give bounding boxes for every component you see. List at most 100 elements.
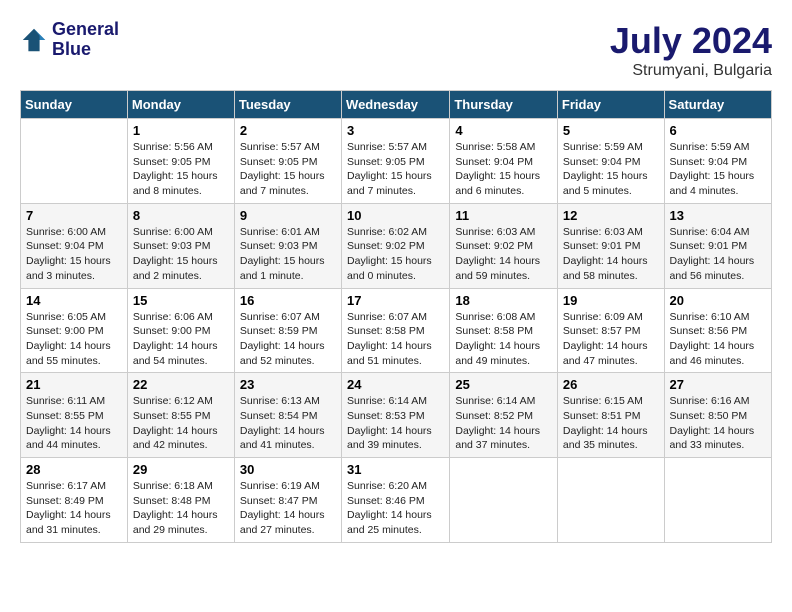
day-number: 30 [240,462,336,477]
day-number: 27 [670,377,766,392]
day-number: 24 [347,377,444,392]
day-number: 18 [455,293,552,308]
calendar-cell: 22 Sunrise: 6:12 AM Sunset: 8:55 PM Dayli… [127,373,234,458]
day-info: Sunrise: 6:10 AM Sunset: 8:56 PM Dayligh… [670,310,766,369]
day-info: Sunrise: 6:03 AM Sunset: 9:02 PM Dayligh… [455,225,552,284]
day-info: Sunrise: 6:13 AM Sunset: 8:54 PM Dayligh… [240,394,336,453]
day-number: 4 [455,123,552,138]
day-number: 17 [347,293,444,308]
day-number: 22 [133,377,229,392]
weekday-header-friday: Friday [557,91,664,119]
day-info: Sunrise: 6:00 AM Sunset: 9:03 PM Dayligh… [133,225,229,284]
day-info: Sunrise: 6:09 AM Sunset: 8:57 PM Dayligh… [563,310,659,369]
calendar-week-row: 21 Sunrise: 6:11 AM Sunset: 8:55 PM Dayli… [21,373,772,458]
calendar-week-row: 14 Sunrise: 6:05 AM Sunset: 9:00 PM Dayli… [21,288,772,373]
calendar-cell: 11 Sunrise: 6:03 AM Sunset: 9:02 PM Dayli… [450,203,558,288]
calendar-table: SundayMondayTuesdayWednesdayThursdayFrid… [20,90,772,543]
weekday-header-tuesday: Tuesday [234,91,341,119]
day-info: Sunrise: 6:03 AM Sunset: 9:01 PM Dayligh… [563,225,659,284]
day-info: Sunrise: 6:17 AM Sunset: 8:49 PM Dayligh… [26,479,122,538]
calendar-cell: 9Sunrise: 6:01 AM Sunset: 9:03 PM Daylig… [234,203,341,288]
day-info: Sunrise: 5:56 AM Sunset: 9:05 PM Dayligh… [133,140,229,199]
calendar-cell: 16 Sunrise: 6:07 AM Sunset: 8:59 PM Dayli… [234,288,341,373]
calendar-cell: 7 Sunrise: 6:00 AM Sunset: 9:04 PM Daylig… [21,203,128,288]
day-info: Sunrise: 6:07 AM Sunset: 8:58 PM Dayligh… [347,310,444,369]
calendar-cell: 27 Sunrise: 6:16 AM Sunset: 8:50 PM Dayli… [664,373,771,458]
day-info: Sunrise: 5:59 AM Sunset: 9:04 PM Dayligh… [563,140,659,199]
day-info: Sunrise: 5:57 AM Sunset: 9:05 PM Dayligh… [240,140,336,199]
month-year: July 2024 [610,20,772,62]
day-info: Sunrise: 6:00 AM Sunset: 9:04 PM Dayligh… [26,225,122,284]
weekday-header-wednesday: Wednesday [342,91,450,119]
day-number: 25 [455,377,552,392]
calendar-cell: 14 Sunrise: 6:05 AM Sunset: 9:00 PM Dayli… [21,288,128,373]
calendar-cell: 12 Sunrise: 6:03 AM Sunset: 9:01 PM Dayli… [557,203,664,288]
calendar-cell: 5 Sunrise: 5:59 AM Sunset: 9:04 PM Daylig… [557,119,664,204]
weekday-header-thursday: Thursday [450,91,558,119]
day-info: Sunrise: 6:02 AM Sunset: 9:02 PM Dayligh… [347,225,444,284]
day-info: Sunrise: 6:07 AM Sunset: 8:59 PM Dayligh… [240,310,336,369]
day-info: Sunrise: 5:59 AM Sunset: 9:04 PM Dayligh… [670,140,766,199]
day-number: 16 [240,293,336,308]
day-number: 26 [563,377,659,392]
calendar-cell: 26 Sunrise: 6:15 AM Sunset: 8:51 PM Dayli… [557,373,664,458]
logo-text: General Blue [52,20,119,60]
day-number: 14 [26,293,122,308]
calendar-cell: 28 Sunrise: 6:17 AM Sunset: 8:49 PM Dayli… [21,458,128,543]
day-info: Sunrise: 6:06 AM Sunset: 9:00 PM Dayligh… [133,310,229,369]
day-number: 12 [563,208,659,223]
weekday-header-saturday: Saturday [664,91,771,119]
day-info: Sunrise: 6:15 AM Sunset: 8:51 PM Dayligh… [563,394,659,453]
calendar-cell: 29 Sunrise: 6:18 AM Sunset: 8:48 PM Dayli… [127,458,234,543]
day-number: 7 [26,208,122,223]
header: General Blue July 2024 Strumyani, Bulgar… [20,20,772,80]
calendar-cell: 10 Sunrise: 6:02 AM Sunset: 9:02 PM Dayli… [342,203,450,288]
calendar-cell: 8Sunrise: 6:00 AM Sunset: 9:03 PM Daylig… [127,203,234,288]
day-number: 19 [563,293,659,308]
day-number: 23 [240,377,336,392]
day-info: Sunrise: 5:58 AM Sunset: 9:04 PM Dayligh… [455,140,552,199]
calendar-cell: 25 Sunrise: 6:14 AM Sunset: 8:52 PM Dayli… [450,373,558,458]
day-number: 13 [670,208,766,223]
day-number: 3 [347,123,444,138]
day-number: 1 [133,123,229,138]
calendar-cell: 17 Sunrise: 6:07 AM Sunset: 8:58 PM Dayli… [342,288,450,373]
day-info: Sunrise: 6:16 AM Sunset: 8:50 PM Dayligh… [670,394,766,453]
day-info: Sunrise: 6:18 AM Sunset: 8:48 PM Dayligh… [133,479,229,538]
day-info: Sunrise: 6:12 AM Sunset: 8:55 PM Dayligh… [133,394,229,453]
calendar-cell: 19 Sunrise: 6:09 AM Sunset: 8:57 PM Dayli… [557,288,664,373]
day-number: 5 [563,123,659,138]
day-info: Sunrise: 6:11 AM Sunset: 8:55 PM Dayligh… [26,394,122,453]
calendar-cell: 31Sunrise: 6:20 AM Sunset: 8:46 PM Dayli… [342,458,450,543]
calendar-week-row: 28 Sunrise: 6:17 AM Sunset: 8:49 PM Dayli… [21,458,772,543]
weekday-header-sunday: Sunday [21,91,128,119]
day-number: 15 [133,293,229,308]
day-info: Sunrise: 5:57 AM Sunset: 9:05 PM Dayligh… [347,140,444,199]
calendar-cell: 20 Sunrise: 6:10 AM Sunset: 8:56 PM Dayli… [664,288,771,373]
day-number: 21 [26,377,122,392]
calendar-cell: 18 Sunrise: 6:08 AM Sunset: 8:58 PM Dayli… [450,288,558,373]
day-number: 9 [240,208,336,223]
day-info: Sunrise: 6:14 AM Sunset: 8:52 PM Dayligh… [455,394,552,453]
day-info: Sunrise: 6:14 AM Sunset: 8:53 PM Dayligh… [347,394,444,453]
day-number: 28 [26,462,122,477]
day-info: Sunrise: 6:04 AM Sunset: 9:01 PM Dayligh… [670,225,766,284]
calendar-cell: 2 Sunrise: 5:57 AM Sunset: 9:05 PM Daylig… [234,119,341,204]
calendar-week-row: 1 Sunrise: 5:56 AM Sunset: 9:05 PM Daylig… [21,119,772,204]
calendar-cell: 3 Sunrise: 5:57 AM Sunset: 9:05 PM Daylig… [342,119,450,204]
calendar-cell [450,458,558,543]
day-info: Sunrise: 6:20 AM Sunset: 8:46 PM Dayligh… [347,479,444,538]
weekday-header-monday: Monday [127,91,234,119]
calendar-cell: 4 Sunrise: 5:58 AM Sunset: 9:04 PM Daylig… [450,119,558,204]
calendar-cell [557,458,664,543]
day-number: 29 [133,462,229,477]
day-number: 11 [455,208,552,223]
calendar-cell: 23 Sunrise: 6:13 AM Sunset: 8:54 PM Dayli… [234,373,341,458]
calendar-week-row: 7 Sunrise: 6:00 AM Sunset: 9:04 PM Daylig… [21,203,772,288]
day-number: 20 [670,293,766,308]
day-info: Sunrise: 6:05 AM Sunset: 9:00 PM Dayligh… [26,310,122,369]
day-info: Sunrise: 6:08 AM Sunset: 8:58 PM Dayligh… [455,310,552,369]
calendar-cell: 24 Sunrise: 6:14 AM Sunset: 8:53 PM Dayli… [342,373,450,458]
day-number: 2 [240,123,336,138]
day-number: 10 [347,208,444,223]
